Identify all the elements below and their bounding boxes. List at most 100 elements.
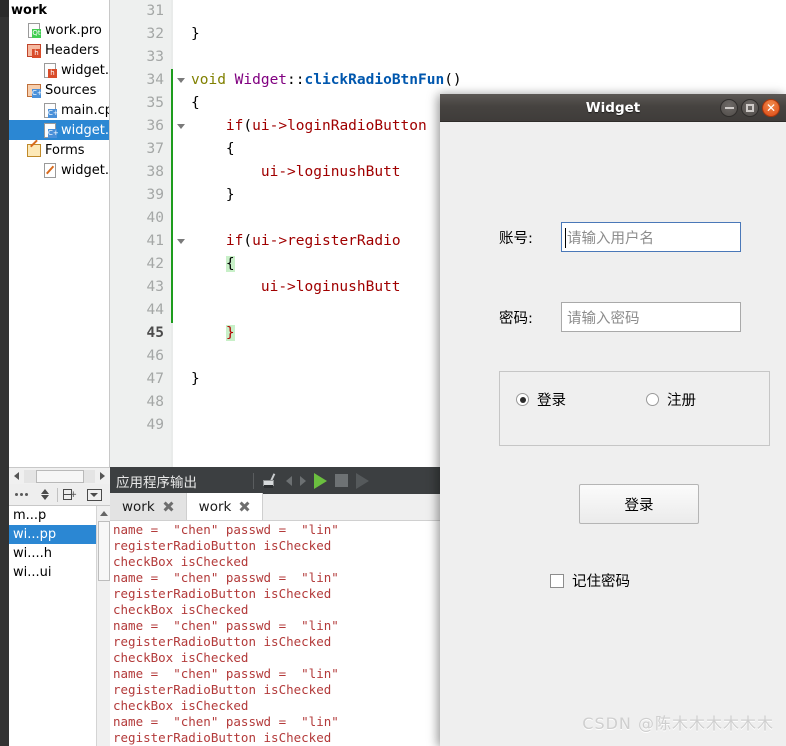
radio-register-indicator[interactable] (646, 393, 659, 406)
more-options-icon[interactable] (9, 485, 33, 505)
tree-item-label: widget.h (61, 62, 109, 78)
next-item-icon[interactable] (300, 475, 306, 486)
open-document-item[interactable]: m...p (9, 506, 96, 525)
hscroll-track[interactable] (24, 469, 95, 483)
fold-marker-icon[interactable] (177, 239, 185, 244)
line-number: 37 (146, 141, 164, 157)
hscroll-thumb[interactable] (36, 469, 84, 483)
code-line[interactable] (191, 0, 786, 23)
radio-login-label: 登录 (537, 393, 566, 409)
qt-project-icon: Qt (27, 22, 41, 38)
sources-folder-icon: C+ (27, 83, 43, 98)
open-document-item[interactable]: wi...pp (9, 525, 96, 544)
stop-icon[interactable] (335, 474, 348, 487)
account-input[interactable]: 请输入用户名 (561, 222, 741, 252)
tree-item[interactable]: Qt work.pro (9, 20, 109, 40)
line-number: 44 (146, 302, 164, 318)
dialog-titlebar[interactable]: Widget ✕ (440, 94, 786, 122)
tree-item-label: widget.ui (61, 162, 109, 178)
line-number: 33 (146, 49, 164, 65)
open-documents-toolbar[interactable]: + (9, 484, 110, 506)
tree-item[interactable]: C+main.cpp (9, 100, 109, 120)
dialog-title: Widget (585, 99, 641, 116)
fold-marker-icon[interactable] (177, 78, 185, 83)
mode-groupbox: 登录 注册 (499, 371, 770, 446)
code-folding-column[interactable] (173, 0, 191, 467)
tree-item[interactable]: h Headers (9, 40, 109, 60)
remember-password-checkbox[interactable] (550, 573, 564, 588)
dialog-body: 账号: 请输入用户名 密码: 请输入密码 登录 注册 登录 记住密码 (440, 122, 786, 746)
line-number: 42 (146, 256, 164, 272)
sort-documents-icon[interactable] (33, 485, 57, 505)
password-label: 密码: (499, 310, 533, 327)
tree-item-label: widget.cpp (61, 122, 109, 138)
remember-password-row[interactable]: 记住密码 (550, 570, 630, 591)
line-number: 32 (146, 26, 164, 42)
close-icon[interactable]: ✕ (762, 99, 780, 117)
tree-item-label: Sources (45, 82, 97, 98)
fold-marker-icon[interactable] (177, 124, 185, 129)
project-tree-panel[interactable]: workQtwork.prohHeadershwidget.hC+Sources… (9, 0, 110, 467)
window-controls[interactable]: ✕ (720, 99, 780, 117)
headers-folder-icon: h (27, 43, 41, 58)
password-field-row: 密码: 请输入密码 (499, 302, 741, 332)
code-line[interactable] (191, 46, 786, 69)
header-file-icon: h (43, 62, 57, 78)
login-button[interactable]: 登录 (579, 484, 699, 524)
open-document-item[interactable]: wi...ui (9, 563, 96, 582)
line-number: 43 (146, 279, 164, 295)
radio-register-label: 注册 (667, 393, 696, 409)
scroll-up-icon[interactable] (97, 506, 110, 520)
tree-item[interactable]: work (9, 0, 109, 20)
split-editor-icon[interactable]: + (58, 485, 82, 505)
minimize-icon[interactable] (720, 99, 738, 117)
output-tab[interactable]: work (110, 493, 187, 520)
code-line[interactable]: } (191, 23, 786, 46)
tree-item[interactable]: C+widget.cpp (9, 120, 109, 140)
close-tab-icon[interactable] (163, 501, 174, 512)
line-number: 38 (146, 164, 164, 180)
open-documents-vscrollbar[interactable] (96, 506, 110, 746)
vscroll-thumb[interactable] (98, 521, 110, 581)
line-number: 39 (146, 187, 164, 203)
tree-item[interactable]: C+ Sources (9, 80, 109, 100)
forms-folder-icon (27, 139, 41, 158)
run-icon[interactable] (314, 472, 327, 489)
radio-login[interactable]: 登录 (516, 389, 566, 410)
project-tree-hscrollbar[interactable] (9, 467, 110, 484)
line-number: 47 (146, 371, 164, 387)
tree-item[interactable]: hwidget.h (9, 60, 109, 80)
mode-selector-strip[interactable] (0, 0, 9, 746)
ui-file-icon (43, 162, 57, 178)
password-placeholder: 请输入密码 (567, 310, 640, 327)
radio-register[interactable]: 注册 (646, 389, 696, 410)
maximize-icon[interactable] (741, 99, 759, 117)
line-number: 45 (146, 325, 164, 341)
tree-item-label: work.pro (45, 22, 102, 38)
widget-dialog[interactable]: Widget ✕ 账号: 请输入用户名 密码: 请输入密码 登录 注册 登录 记… (440, 94, 786, 746)
code-line[interactable]: void Widget::clickRadioBtnFun() (191, 69, 786, 92)
open-documents-list[interactable]: m...p wi...pp wi....h wi...ui (9, 506, 110, 746)
output-tab[interactable]: work (186, 493, 264, 520)
clear-output-icon[interactable] (262, 472, 278, 489)
open-document-item[interactable]: wi....h (9, 544, 96, 563)
output-pane-title: 应用程序输出 (116, 474, 197, 491)
scroll-left-icon[interactable] (9, 468, 24, 484)
tree-item[interactable]: widget.ui (9, 160, 109, 180)
account-field-row: 账号: 请输入用户名 (499, 222, 741, 252)
line-number: 41 (146, 233, 164, 249)
line-number: 40 (146, 210, 164, 226)
password-input[interactable]: 请输入密码 (561, 302, 741, 332)
radio-login-indicator[interactable] (516, 393, 529, 406)
line-number: 31 (146, 3, 164, 19)
previous-item-icon[interactable] (286, 475, 292, 486)
scroll-right-icon[interactable] (95, 468, 110, 484)
line-number: 48 (146, 394, 164, 410)
output-pane-toolbar[interactable] (253, 472, 369, 489)
run-with-options-icon[interactable] (356, 472, 369, 489)
tree-item[interactable]: Forms (9, 139, 109, 160)
output-tab-label: work (122, 498, 155, 515)
close-tab-icon[interactable] (239, 501, 250, 512)
toolbar-divider (253, 472, 254, 489)
close-sidebar-dropdown-icon[interactable] (82, 485, 106, 505)
